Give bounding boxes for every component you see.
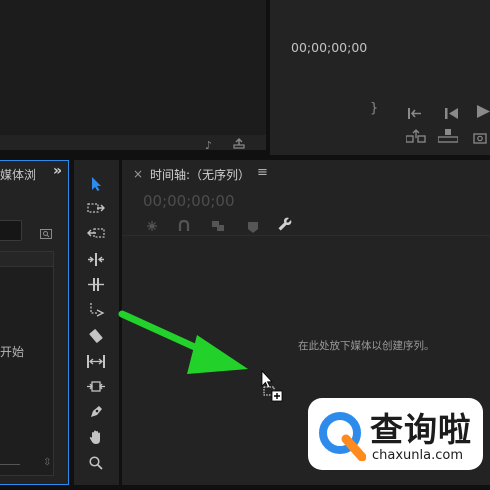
watermark-brand-url: chaxunla.com bbox=[372, 448, 463, 463]
rolling-edit-tool-icon[interactable] bbox=[86, 250, 106, 268]
slip-tool-icon[interactable] bbox=[86, 327, 106, 345]
program-monitor-panel: 00;00;00;00 } bbox=[270, 0, 490, 155]
annotation-arrow bbox=[118, 310, 248, 374]
mark-out-icon[interactable]: } bbox=[370, 101, 378, 116]
timeline-timecode[interactable]: 00;00;00;00 bbox=[143, 192, 235, 210]
zoom-tool-icon[interactable] bbox=[86, 454, 106, 472]
watermark-logo-icon bbox=[319, 412, 366, 461]
extract-icon[interactable] bbox=[437, 128, 459, 147]
drop-media-hint: 在此处放下媒体以创建序列。 bbox=[298, 340, 435, 352]
watermark-badge: 查询啦 chaxunla.com bbox=[308, 398, 483, 470]
timeline-header-divider bbox=[122, 235, 490, 236]
source-monitor-viewer bbox=[0, 0, 266, 135]
program-monitor-timecode: 00;00;00;00 bbox=[291, 40, 368, 55]
pen-tool-icon[interactable] bbox=[86, 403, 106, 421]
project-panel: 媒体浏 开始 ⇳ bbox=[0, 160, 69, 485]
nest-insert-icon[interactable] bbox=[145, 217, 159, 236]
project-panel-tab[interactable]: 媒体浏 bbox=[0, 166, 56, 183]
lift-icon[interactable] bbox=[405, 128, 426, 147]
drag-cursor-icon bbox=[261, 370, 283, 402]
step-back-icon[interactable] bbox=[445, 104, 459, 123]
search-field[interactable] bbox=[0, 220, 22, 241]
search-icon[interactable] bbox=[40, 224, 52, 243]
play-icon[interactable] bbox=[477, 103, 490, 122]
insert-icon[interactable]: ♪ bbox=[205, 139, 212, 152]
ripple-edit-tool-icon[interactable] bbox=[86, 224, 106, 242]
hand-tool-icon[interactable] bbox=[86, 428, 106, 446]
panel-expand-button[interactable]: » bbox=[53, 163, 62, 179]
track-matte-tool-icon[interactable] bbox=[86, 377, 106, 395]
sort-icon[interactable]: ⇳ bbox=[43, 457, 51, 468]
track-select-tool-icon[interactable] bbox=[86, 199, 106, 217]
source-monitor-panel: ♪ bbox=[0, 0, 266, 152]
zoom-slider[interactable] bbox=[0, 464, 20, 465]
timeline-menu-icon[interactable]: ≡ bbox=[257, 165, 268, 180]
timeline-tab-title[interactable]: 时间轴:（无序列） bbox=[150, 166, 250, 183]
export-frame-icon[interactable] bbox=[233, 138, 245, 152]
razor-tool-icon[interactable] bbox=[86, 301, 106, 319]
source-monitor-footer bbox=[0, 135, 266, 150]
rate-stretch-tool-icon[interactable] bbox=[86, 275, 106, 293]
list-header bbox=[0, 252, 53, 267]
wrench-icon[interactable] bbox=[278, 216, 292, 235]
snap-icon[interactable] bbox=[178, 217, 190, 236]
watermark-brand-cn: 查询啦 bbox=[370, 410, 472, 449]
export-frame-icon[interactable] bbox=[473, 129, 487, 148]
slide-tool-icon[interactable] bbox=[86, 352, 106, 370]
project-list-area: 开始 bbox=[0, 251, 54, 476]
placeholder-text: 开始 bbox=[0, 345, 25, 359]
timeline-close-button[interactable]: × bbox=[133, 167, 143, 181]
go-to-in-icon[interactable] bbox=[408, 104, 422, 123]
linked-selection-icon[interactable] bbox=[211, 217, 225, 236]
selection-tool-icon[interactable] bbox=[86, 175, 106, 193]
